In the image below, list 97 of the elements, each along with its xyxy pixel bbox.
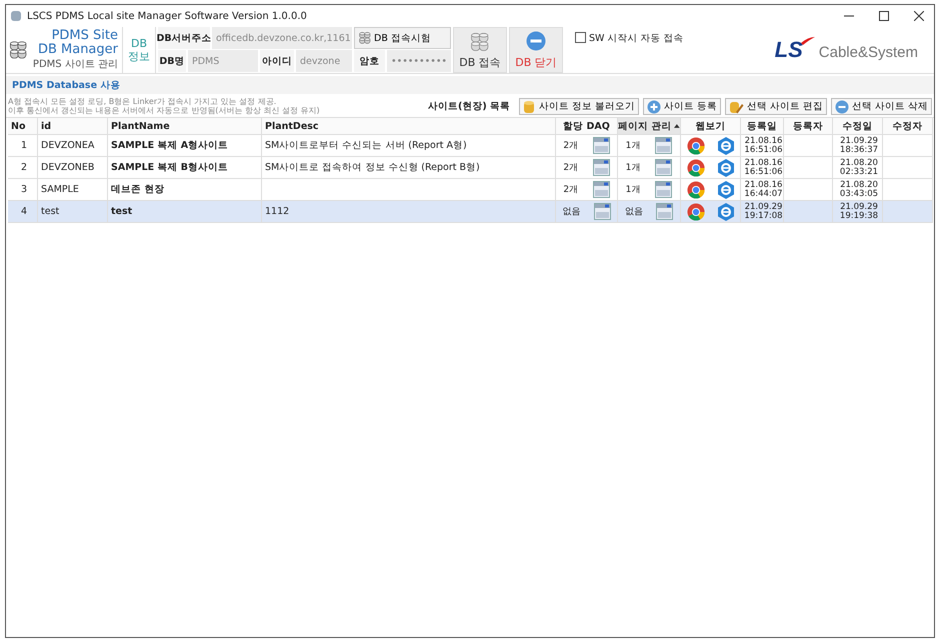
action-button[interactable]: 사이트 정보 불러오기 — [518, 98, 639, 115]
database-icon — [522, 100, 536, 114]
round-browser-icon[interactable] — [687, 158, 706, 176]
window-title: LSCS PDMS Local site Manager Software Version 1.0.0.0 — [27, 10, 308, 22]
field-label: DB명 — [158, 50, 186, 72]
table-cell-text: 없음 — [624, 206, 643, 218]
action-button[interactable]: 사이트 등록 — [642, 98, 721, 115]
column-header[interactable]: PlantName — [108, 118, 262, 135]
table-cell — [883, 201, 933, 223]
table-cell: SAMPLE — [38, 179, 108, 201]
table-cell: 21.09.29 19:17:08 — [741, 201, 784, 223]
column-header[interactable]: 페이지 관리 — [618, 118, 681, 135]
database-icon — [358, 31, 372, 45]
brand-name: Cable&System — [818, 44, 918, 60]
column-header[interactable]: id — [38, 118, 108, 135]
field-label: 아이디 — [260, 50, 294, 72]
column-header[interactable]: 할당 DAQ — [556, 118, 618, 135]
connect-button[interactable]: DB 접속 — [453, 27, 507, 73]
table-cell — [784, 135, 833, 157]
e-hexagon-icon[interactable] — [718, 158, 734, 176]
minus-icon — [834, 100, 849, 114]
table-cell-text: 2개 — [563, 184, 578, 196]
column-header[interactable]: 등록일 — [741, 118, 784, 135]
table-cell-text: 1개 — [626, 184, 640, 196]
table-cell-text: 1개 — [626, 140, 640, 152]
auto-connect-checkbox[interactable]: SW 시작시 자동 접속 — [565, 27, 684, 73]
table-cell: 21.08.16 16:51:06 — [741, 157, 784, 179]
column-header[interactable]: No — [8, 118, 38, 135]
table-cell: DEVZONEB — [38, 157, 108, 179]
column-header[interactable]: 등록자 — [784, 118, 833, 135]
e-hexagon-icon[interactable] — [718, 136, 734, 154]
window-icon[interactable] — [656, 203, 674, 220]
window-icon[interactable] — [592, 159, 610, 176]
column-header[interactable]: 수정자 — [883, 118, 933, 135]
table-cell: SAMPLE 복제 B형사이트 — [108, 157, 262, 179]
column-header[interactable]: PlantDesc — [262, 118, 556, 135]
table-cell: DEVZONEA — [38, 135, 108, 157]
sort-icon — [674, 124, 680, 128]
table-cell: 21.08.20 02:33:21 — [833, 157, 883, 179]
table-cell: test — [38, 201, 108, 223]
table-cell: 4 — [8, 201, 38, 223]
app-title: DB Manager — [38, 43, 118, 57]
disconnect-button[interactable]: DB 닫기 — [509, 27, 563, 73]
table-cell: SM사이트로부터 수신되는 서버 (Report A형) — [262, 135, 556, 157]
table-cell: 21.09.29 18:36:37 — [833, 135, 883, 157]
window-icon[interactable] — [655, 137, 672, 154]
table-cell-text: 2개 — [563, 162, 578, 174]
action-button[interactable]: 선택 사이트 편집 — [724, 98, 827, 115]
table-cell: 21.09.29 19:19:38 — [833, 201, 883, 223]
table-cell: 3 — [8, 179, 38, 201]
brand-logo: LS — [774, 37, 803, 63]
field-label: 암호 — [354, 50, 385, 72]
table-cell: 데브존 현장 — [108, 179, 262, 201]
window-icon[interactable] — [655, 181, 672, 198]
list-title: 사이트(현장) 목록 — [428, 100, 511, 113]
table-cell: 1112 — [262, 201, 556, 223]
table-cell: 21.08.20 03:43:05 — [833, 179, 883, 201]
table-cell-text: 2개 — [563, 140, 578, 152]
note-text: A형 접속시 모든 설정 로딩, B형은 Linker가 접속시 가지고 있는 설정 제공. 이후 통신에서 갱신되는 내용은 서버에서 자동으로 반영됨(서버는 항상 최신 설정 유지) — [8, 98, 321, 115]
action-button[interactable]: 선택 사이트 삭제 — [830, 98, 932, 115]
round-browser-icon[interactable] — [687, 136, 706, 154]
window-icon[interactable] — [655, 159, 672, 176]
database-icon — [469, 31, 491, 53]
window-icon[interactable] — [592, 137, 610, 154]
table-cell: test — [108, 201, 262, 223]
table-cell: SM사이트로 접속하여 정보 수신형 (Report B형) — [262, 157, 556, 179]
table-cell — [784, 179, 833, 201]
app-subtitle: PDMS 사이트 관리 — [32, 58, 118, 71]
column-header[interactable]: 수정일 — [833, 118, 883, 135]
section-title: PDMS Database 사용 — [12, 78, 120, 92]
round-browser-icon[interactable] — [687, 180, 706, 198]
e-hexagon-icon[interactable] — [718, 180, 734, 198]
table-cell: 2 — [8, 157, 38, 179]
column-header[interactable]: 웹보기 — [681, 118, 741, 135]
close-icon — [914, 11, 924, 21]
maximize-icon — [879, 11, 889, 21]
table-cell — [784, 157, 833, 179]
window-icon[interactable] — [592, 181, 610, 198]
swoosh-icon — [800, 37, 815, 45]
table-cell — [784, 201, 833, 223]
table-cell: 1 — [8, 135, 38, 157]
app-icon — [10, 10, 22, 22]
minus-icon — [526, 31, 546, 51]
database-pencil-icon — [728, 100, 744, 114]
app-title: PDMS Site — [52, 29, 118, 43]
db-info-label: DB 정보 — [123, 27, 156, 73]
e-hexagon-icon[interactable] — [718, 202, 734, 220]
round-browser-icon[interactable] — [687, 202, 706, 220]
table-cell: 21.08.16 16:51:06 — [741, 135, 784, 157]
plus-icon — [646, 100, 661, 114]
table-cell: 21.08.16 16:44:07 — [741, 179, 784, 201]
table-cell-text: 1개 — [626, 162, 640, 174]
table-cell: SAMPLE 복제 A형사이트 — [108, 135, 262, 157]
table-cell-text: 없음 — [562, 206, 580, 218]
test-connection-button[interactable]: DB 접속시험 — [354, 27, 451, 49]
window-icon[interactable] — [594, 203, 610, 220]
field-label: DB서버주소 — [158, 27, 210, 49]
